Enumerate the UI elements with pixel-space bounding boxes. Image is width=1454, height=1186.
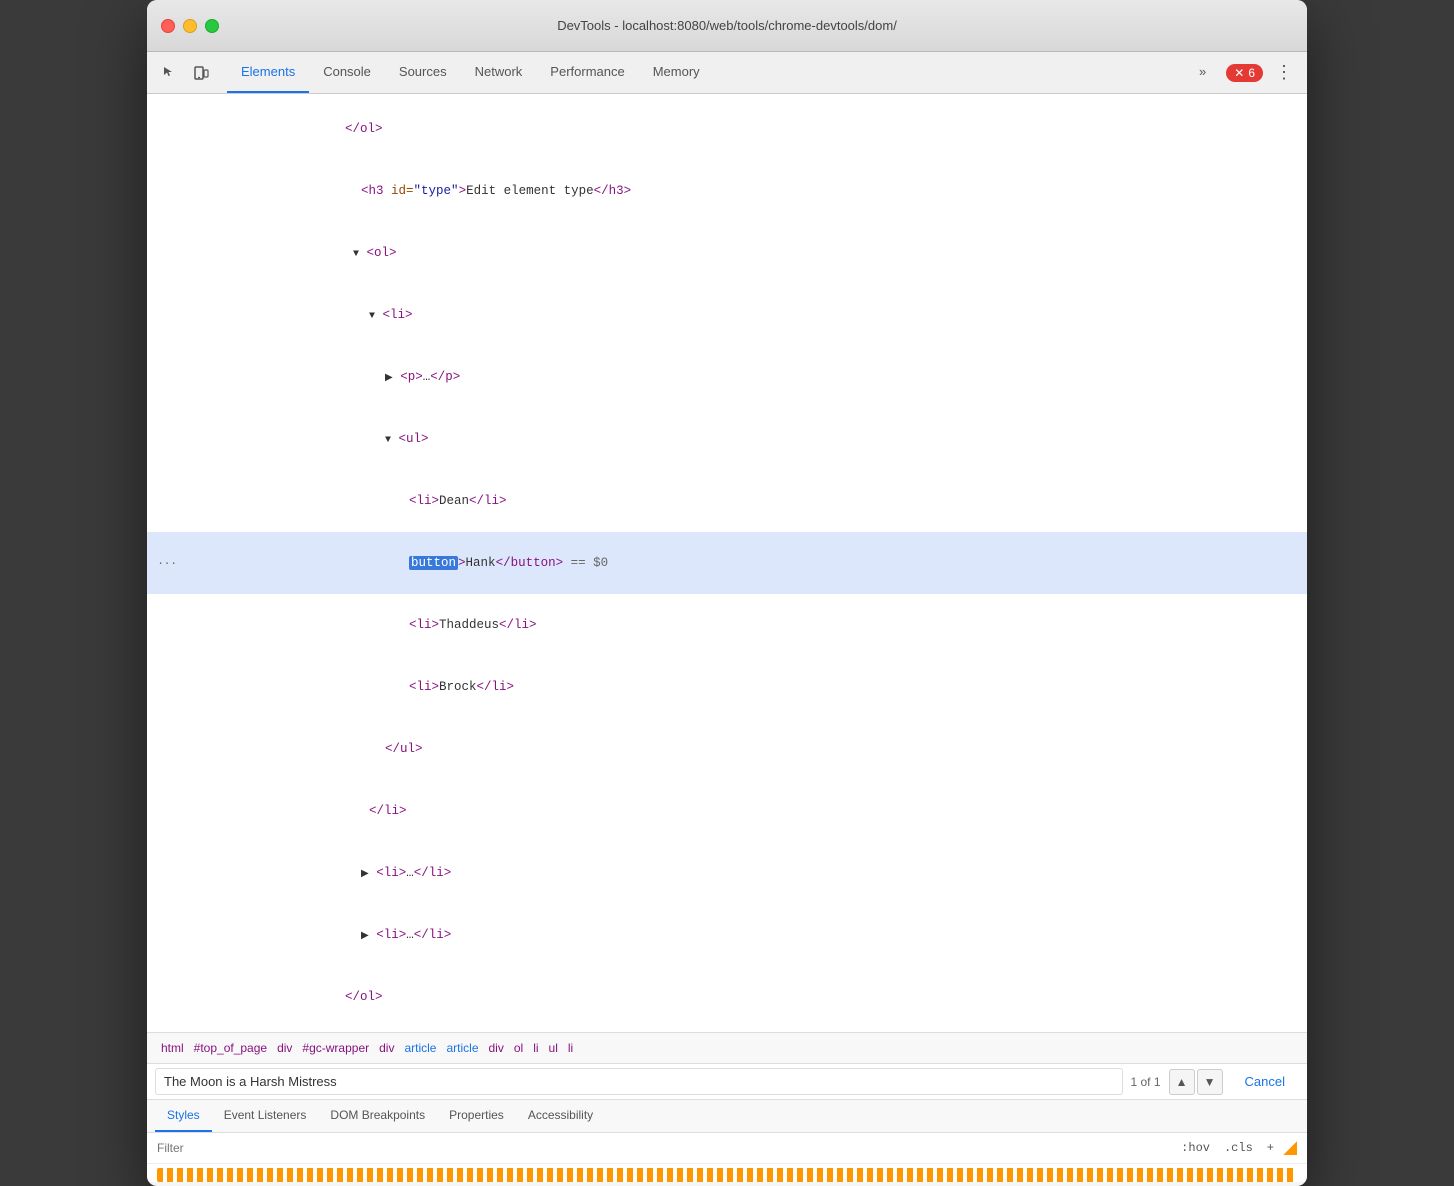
breadcrumb-li-1[interactable]: li [529,1039,542,1057]
device-icon[interactable] [187,59,215,87]
breadcrumb-li-2[interactable]: li [564,1039,577,1057]
search-cancel-button[interactable]: Cancel [1231,1069,1299,1094]
breadcrumb-article-1[interactable]: article [400,1039,440,1057]
kebab-menu-button[interactable]: ⋮ [1269,58,1299,87]
minimize-button[interactable] [183,19,197,33]
dom-line[interactable]: ▼ <ul> [147,408,1307,470]
toolbar-icons [155,59,215,87]
bottom-tabs: Styles Event Listeners DOM Breakpoints P… [147,1100,1307,1133]
tab-dom-breakpoints[interactable]: DOM Breakpoints [318,1100,437,1132]
dom-line[interactable]: </ol> [147,98,1307,160]
dom-line[interactable]: ▼ <li> [147,284,1307,346]
devtools-window: DevTools - localhost:8080/web/tools/chro… [147,0,1307,1186]
breadcrumb-ul[interactable]: ul [545,1039,562,1057]
traffic-lights [161,19,219,33]
filter-input[interactable] [157,1141,1168,1155]
toolbar: Elements Console Sources Network Perform… [147,52,1307,94]
breadcrumb-div-1[interactable]: div [273,1039,296,1057]
filter-actions: :hov .cls + [1176,1139,1297,1157]
main-tabs: Elements Console Sources Network Perform… [227,52,714,93]
breadcrumb-html[interactable]: html [157,1039,188,1057]
dom-panel: </ol> <h3 id="type">Edit element type</h… [147,94,1307,1033]
window-title: DevTools - localhost:8080/web/tools/chro… [557,18,897,33]
tab-console[interactable]: Console [309,52,385,93]
dom-line[interactable]: <li>Thaddeus</li> [147,594,1307,656]
search-input[interactable] [155,1068,1123,1095]
dom-line[interactable]: ▼ <ol> [147,222,1307,284]
toolbar-right: » ✕ 6 ⋮ [1185,58,1299,87]
dom-line[interactable]: </ol> [147,966,1307,1028]
inspect-icon[interactable] [155,59,183,87]
tab-network[interactable]: Network [461,52,537,93]
breadcrumb-gc-wrapper[interactable]: #gc-wrapper [298,1039,373,1057]
maximize-button[interactable] [205,19,219,33]
search-bar: 1 of 1 ▲ ▼ Cancel [147,1064,1307,1100]
search-navigation: ▲ ▼ [1169,1069,1223,1095]
cls-button[interactable]: .cls [1219,1139,1258,1157]
bottom-panel: Styles Event Listeners DOM Breakpoints P… [147,1100,1307,1182]
titlebar: DevTools - localhost:8080/web/tools/chro… [147,0,1307,52]
tab-properties[interactable]: Properties [437,1100,516,1132]
tab-memory[interactable]: Memory [639,52,714,93]
tab-performance[interactable]: Performance [536,52,638,93]
gutter-selected: ... [147,554,185,572]
add-style-button[interactable]: + [1262,1139,1279,1157]
tab-sources[interactable]: Sources [385,52,461,93]
resize-handle[interactable] [1283,1141,1297,1155]
more-tabs-button[interactable]: » [1185,64,1220,81]
dom-line[interactable]: ▶ <li>…</li> [147,904,1307,966]
dom-line[interactable]: <li>Dean</li> [147,470,1307,532]
breadcrumb-ol[interactable]: ol [510,1039,527,1057]
dom-line[interactable]: <li>Brock</li> [147,656,1307,718]
breadcrumb-bar: html #top_of_page div #gc-wrapper div ar… [147,1033,1307,1064]
breadcrumb-div-2[interactable]: div [375,1039,398,1057]
search-next-button[interactable]: ▼ [1197,1069,1223,1095]
styles-dashed-preview [157,1168,1297,1182]
tab-elements[interactable]: Elements [227,52,309,93]
dom-line[interactable]: <h3 id="type">Edit element type</h3> [147,160,1307,222]
tab-accessibility[interactable]: Accessibility [516,1100,605,1132]
close-button[interactable] [161,19,175,33]
dom-line[interactable]: ▶ <li>…</li> [147,842,1307,904]
dom-line[interactable]: </ul> [147,718,1307,780]
search-prev-button[interactable]: ▲ [1169,1069,1195,1095]
search-count: 1 of 1 [1131,1075,1161,1089]
error-icon: ✕ [1234,66,1244,80]
breadcrumb-div-3[interactable]: div [485,1039,508,1057]
styles-filter-bar: :hov .cls + [147,1133,1307,1164]
dom-line-selected[interactable]: ... button>Hank</button> == $0 [147,532,1307,594]
tab-styles[interactable]: Styles [155,1100,212,1132]
selected-element-tag: button [409,556,458,570]
hov-button[interactable]: :hov [1176,1139,1215,1157]
dom-line[interactable]: </li> [147,780,1307,842]
breadcrumb-top-of-page[interactable]: #top_of_page [190,1039,271,1057]
breadcrumb-article-2[interactable]: article [442,1039,482,1057]
dom-line[interactable]: ▶ <p>…</p> [147,346,1307,408]
error-badge[interactable]: ✕ 6 [1226,64,1263,82]
tab-event-listeners[interactable]: Event Listeners [212,1100,319,1132]
